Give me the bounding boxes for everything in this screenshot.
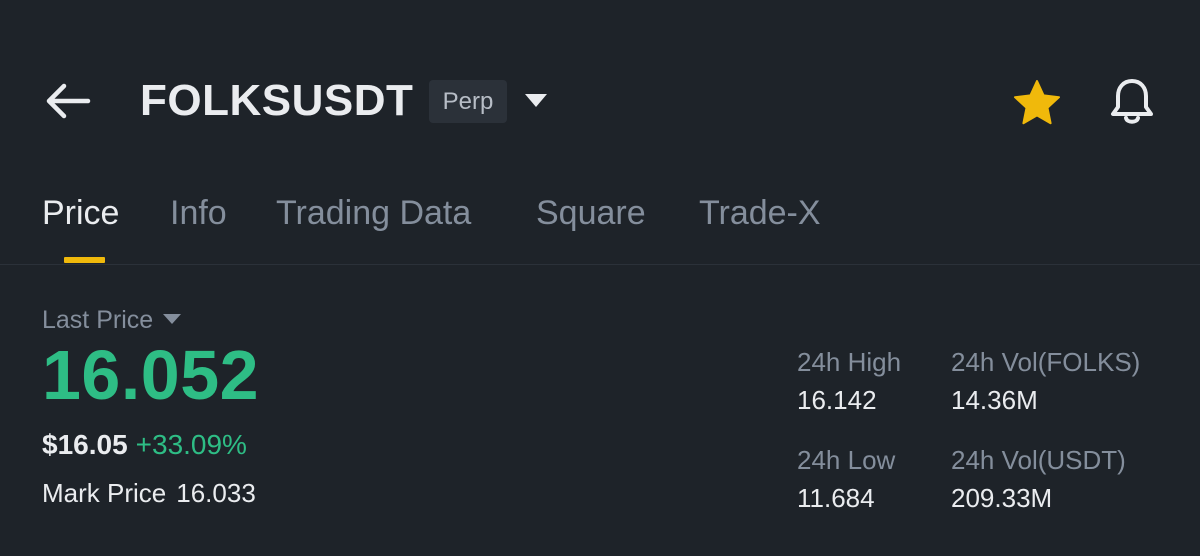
tab-trading-data[interactable]: Trading Data (276, 193, 471, 233)
tab-info[interactable]: Info (170, 193, 227, 233)
stat-label: 24h Vol(USDT) (951, 445, 1126, 475)
last-price-selector[interactable]: Last Price (42, 305, 183, 335)
symbol-dropdown-button[interactable] (521, 88, 551, 112)
price-change-percent: +33.09% (135, 429, 247, 460)
back-button[interactable] (40, 78, 96, 124)
stat-24h-low: 24h Low 11.684 (797, 444, 895, 514)
stat-value: 11.684 (797, 483, 875, 513)
active-tab-indicator (64, 257, 105, 263)
tab-square[interactable]: Square (536, 193, 646, 233)
tab-price[interactable]: Price (42, 193, 119, 233)
stat-24h-vol-base: 24h Vol(FOLKS) 14.36M (951, 346, 1140, 416)
star-icon (1014, 80, 1060, 125)
stat-value: 16.142 (797, 385, 877, 415)
caret-down-icon (525, 94, 547, 107)
contract-type-badge: Perp (429, 80, 507, 123)
last-price-label: Last Price (42, 306, 154, 334)
caret-down-icon (163, 314, 182, 325)
tab-trade-x[interactable]: Trade-X (699, 193, 821, 233)
favorite-button[interactable] (1010, 77, 1064, 129)
mark-price-value: 16.033 (176, 478, 256, 508)
fiat-price: $16.05 (42, 429, 128, 460)
stat-24h-high: 24h High 16.142 (797, 346, 901, 416)
stat-value: 209.33M (951, 483, 1053, 513)
tab-bar: Price Info Trading Data Square Trade-X (0, 182, 1200, 265)
symbol-title[interactable]: FOLKSUSDT (140, 76, 413, 126)
last-price-value: 16.052 (42, 336, 260, 414)
stat-value: 14.36M (951, 385, 1038, 415)
top-bar: FOLKSUSDT Perp (0, 0, 1200, 200)
stat-label: 24h Low (797, 445, 896, 475)
mark-price-label: Mark Price (42, 478, 167, 508)
price-alert-button[interactable] (1104, 74, 1160, 130)
mark-price-row: Mark Price 16.033 (42, 477, 256, 509)
stat-24h-vol-quote: 24h Vol(USDT) 209.33M (951, 444, 1126, 514)
bell-icon (1111, 79, 1153, 124)
back-arrow-icon (46, 83, 91, 119)
stat-label: 24h Vol(FOLKS) (951, 347, 1141, 377)
stat-label: 24h High (797, 347, 902, 377)
fiat-price-row: $16.05 +33.09% (42, 428, 247, 462)
